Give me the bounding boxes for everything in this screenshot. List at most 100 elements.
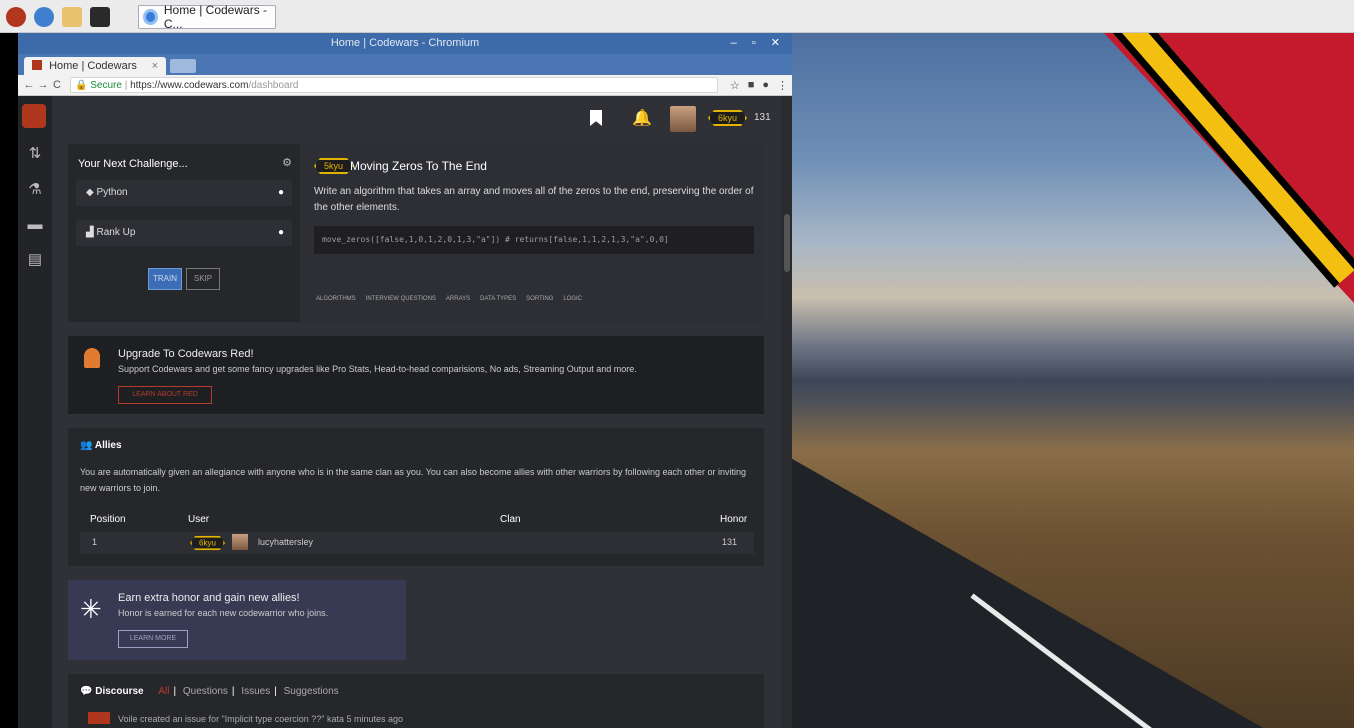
ally-username[interactable]: lucyhattersley bbox=[258, 537, 313, 547]
train-button[interactable]: TRAIN bbox=[148, 268, 182, 290]
tag[interactable]: INTERVIEW QUESTIONS bbox=[366, 296, 436, 302]
training-icon[interactable]: ⇅ bbox=[26, 144, 44, 162]
notifications-bell-icon[interactable]: 🔔 bbox=[632, 108, 652, 128]
chevron-down-icon: ● bbox=[277, 187, 284, 198]
tag[interactable]: ALGORITHMS bbox=[316, 296, 356, 302]
raspberry-menu-icon[interactable] bbox=[6, 7, 26, 27]
rank-up-icon: ▟ bbox=[86, 227, 97, 238]
tag[interactable]: DATA TYPES bbox=[480, 296, 516, 302]
allies-title: Allies bbox=[94, 440, 122, 451]
window-title: Home | Codewars - Chromium bbox=[330, 37, 480, 49]
file-manager-icon[interactable] bbox=[62, 7, 82, 27]
learn-more-button[interactable]: LEARN MORE bbox=[118, 630, 188, 648]
column-header-position: Position bbox=[90, 514, 126, 525]
url-host: https://www.codewars.com bbox=[130, 79, 249, 91]
column-header-user: User bbox=[188, 514, 210, 525]
codewars-favicon bbox=[32, 60, 42, 70]
wallpaper-road bbox=[792, 413, 1272, 728]
discourse-item-text: Voile created an issue for "Implicit typ… bbox=[118, 714, 404, 724]
web-browser-icon[interactable] bbox=[34, 7, 54, 27]
side-navigation: ⇅ ⚗ ▬ ▤ bbox=[18, 96, 52, 728]
language-select[interactable]: ◆ Python ● bbox=[76, 180, 292, 206]
reload-icon[interactable]: C bbox=[50, 79, 64, 91]
allies-description: You are automatically given an allegianc… bbox=[80, 467, 747, 493]
filter-questions[interactable]: Questions bbox=[183, 686, 228, 697]
menu-icon[interactable]: ⋮ bbox=[777, 79, 788, 92]
filter-all[interactable]: All bbox=[158, 686, 169, 697]
codewars-logo[interactable] bbox=[22, 104, 46, 128]
chromium-window: Home | Codewars - Chromium – ▫ ✕ Home | … bbox=[18, 33, 792, 728]
upgrade-text: Support Codewars and get some fancy upgr… bbox=[118, 364, 637, 374]
filter-suggestions[interactable]: Suggestions bbox=[284, 686, 339, 697]
screen-edge bbox=[0, 33, 18, 728]
column-header-honor: Honor bbox=[720, 514, 748, 525]
address-bar[interactable]: 🔒 Secure | https://www.codewars.com /das… bbox=[70, 77, 718, 93]
users-icon: 👥 bbox=[80, 440, 95, 451]
top-bar: 🔔 6kyu 131 bbox=[52, 96, 792, 142]
next-challenge-panel: Your Next Challenge... ⚙ ◆ Python ● ▟ Ra… bbox=[68, 144, 300, 322]
terminal-icon[interactable] bbox=[90, 7, 110, 27]
user-avatar[interactable] bbox=[670, 106, 696, 132]
chromium-icon bbox=[143, 9, 158, 25]
page-scrollbar[interactable] bbox=[782, 96, 792, 728]
bookmark-icon[interactable] bbox=[590, 110, 602, 126]
user-honor: 131 bbox=[754, 112, 771, 123]
tab-close-icon[interactable]: × bbox=[152, 57, 158, 75]
kata-tags: ALGORITHMS INTERVIEW QUESTIONS ARRAYS DA… bbox=[316, 296, 582, 302]
upgrade-title: Upgrade To Codewars Red! bbox=[118, 348, 254, 360]
ally-position: 1 bbox=[92, 537, 98, 547]
learn-about-red-button[interactable]: LEARN ABOUT RED bbox=[118, 386, 212, 404]
forward-icon[interactable]: → bbox=[36, 79, 50, 91]
new-tab-button[interactable] bbox=[170, 59, 196, 73]
secure-label: Secure bbox=[90, 79, 122, 91]
user-rank-badge: 6kyu bbox=[708, 110, 747, 126]
docs-icon[interactable]: ▤ bbox=[26, 250, 44, 268]
back-icon[interactable]: ← bbox=[22, 79, 36, 91]
desktop-wallpaper bbox=[792, 33, 1354, 728]
settings-gear-icon[interactable]: ⚙ bbox=[282, 156, 292, 169]
earn-honor-panel: ✳ Earn extra honor and gain new allies! … bbox=[68, 580, 406, 660]
bookmark-star-icon[interactable]: ☆ bbox=[730, 79, 740, 92]
ally-honor: 131 bbox=[722, 537, 738, 547]
extension-icon[interactable]: ■ bbox=[748, 79, 755, 92]
earn-title: Earn extra honor and gain new allies! bbox=[118, 592, 300, 604]
avatar bbox=[88, 712, 110, 724]
discuss-icon[interactable]: ▬ bbox=[26, 216, 44, 233]
filter-issues[interactable]: Issues bbox=[241, 686, 270, 697]
table-row[interactable]: 1 6kyu lucyhattersley 131 bbox=[80, 532, 754, 554]
language-value: Python bbox=[96, 187, 128, 198]
python-icon: ◆ bbox=[86, 187, 97, 198]
discourse-panel: 💬 Discourse All | Questions | Issues | Sugg… bbox=[68, 674, 764, 728]
tag[interactable]: ARRAYS bbox=[446, 296, 470, 302]
chat-icon: 💬 bbox=[80, 686, 96, 697]
window-controls[interactable]: – ▫ ✕ bbox=[731, 33, 786, 54]
kata-title[interactable]: Moving Zeros To The End bbox=[350, 159, 487, 173]
list-item[interactable]: Voile created an issue for "Implicit typ… bbox=[88, 712, 403, 724]
allies-panel: 👥 Allies You are automatically given an … bbox=[68, 428, 764, 566]
profile-icon[interactable]: ● bbox=[762, 79, 769, 92]
kata-lab-icon[interactable]: ⚗ bbox=[26, 180, 44, 198]
ribbon-badge-icon bbox=[84, 348, 100, 368]
tag[interactable]: SORTING bbox=[526, 296, 553, 302]
taskbar-window-label: Home | Codewars - C... bbox=[163, 3, 268, 31]
ally-rank-badge: 6kyu bbox=[190, 536, 225, 550]
strategy-value: Rank Up bbox=[96, 227, 136, 238]
window-titlebar[interactable]: Home | Codewars - Chromium – ▫ ✕ bbox=[18, 33, 792, 54]
kata-code-example: move_zeros([false,1,0,1,2,0,1,3,"a"]) # … bbox=[314, 226, 754, 254]
strategy-select[interactable]: ▟ Rank Up ● bbox=[76, 220, 292, 246]
kata-preview-panel: 5kyu Moving Zeros To The End Write an al… bbox=[300, 144, 764, 322]
allies-heading: 👥 Allies bbox=[80, 440, 122, 451]
skip-button[interactable]: SKIP bbox=[186, 268, 220, 290]
upgrade-red-panel: Upgrade To Codewars Red! Support Codewar… bbox=[68, 336, 764, 414]
next-challenge-title: Your Next Challenge... bbox=[78, 158, 188, 170]
tab-title: Home | Codewars bbox=[49, 60, 137, 72]
scrollbar-thumb[interactable] bbox=[784, 214, 790, 272]
desktop-taskbar: Home | Codewars - C... bbox=[0, 0, 1354, 33]
taskbar-window-button[interactable]: Home | Codewars - C... bbox=[138, 3, 276, 31]
sparkle-icon: ✳ bbox=[80, 594, 102, 624]
codewars-dashboard: ⇅ ⚗ ▬ ▤ 🔔 6kyu 131 Your Next Challenge..… bbox=[18, 96, 792, 728]
ally-avatar bbox=[232, 534, 248, 550]
browser-tab[interactable]: Home | Codewars × bbox=[24, 57, 166, 75]
tag[interactable]: LOGIC bbox=[563, 296, 582, 302]
earn-text: Honor is earned for each new codewarrior… bbox=[118, 608, 329, 618]
